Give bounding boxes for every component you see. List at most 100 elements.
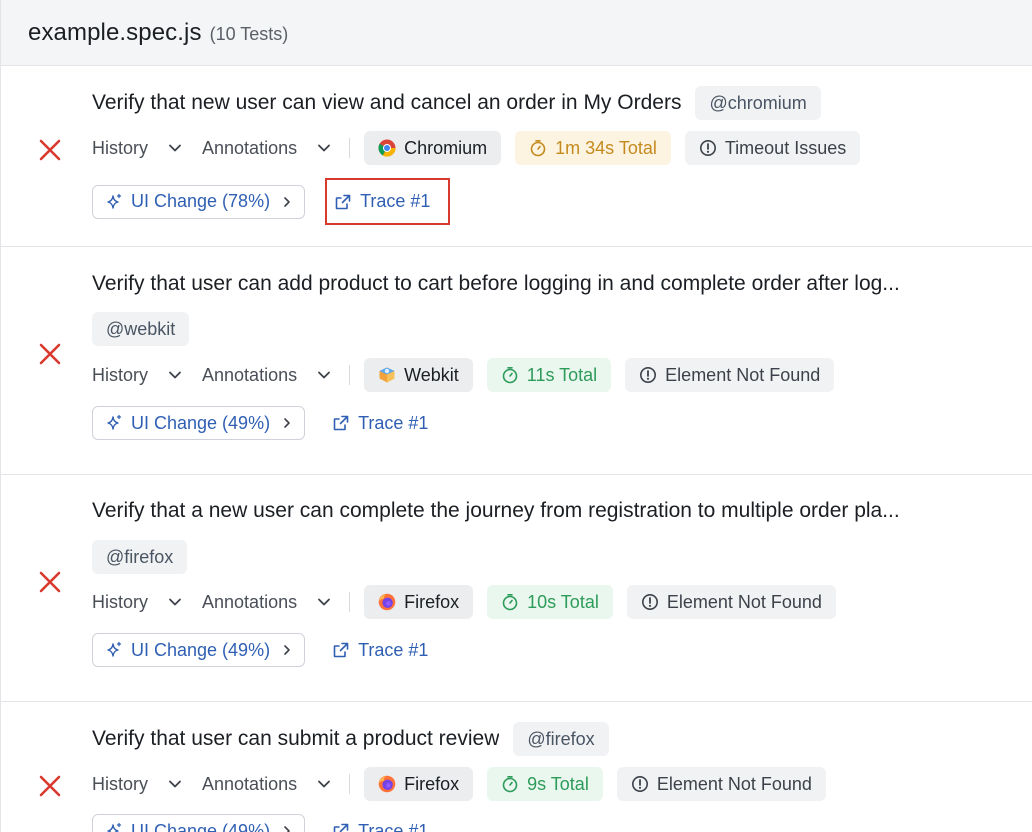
annotations-toggle[interactable]: Annotations (202, 365, 331, 386)
duration-chip: 11s Total (486, 358, 612, 392)
browser-chip: Firefox (364, 585, 474, 619)
alert-circle-icon (640, 367, 657, 383)
chevron-down-icon (169, 598, 181, 606)
browser-tag: @webkit (92, 312, 190, 346)
alert-circle-icon (699, 140, 716, 156)
ui-change-button[interactable]: UI Change (78%) (92, 184, 306, 219)
history-label: History (92, 773, 149, 794)
issue-chip: Element Not Found (625, 358, 835, 392)
sparkle-icon (107, 414, 122, 430)
chevron-down-icon (318, 780, 330, 788)
history-toggle[interactable]: History (92, 365, 182, 386)
history-toggle[interactable]: History (92, 592, 182, 613)
history-toggle[interactable]: History (92, 138, 182, 159)
alert-circle-icon (641, 594, 658, 610)
trace-link[interactable]: Trace #1 (326, 406, 434, 440)
external-link-icon (333, 823, 349, 832)
spec-file-header[interactable]: example.spec.js (10 Tests) (1, 0, 1032, 66)
browser-name: Webkit (404, 364, 459, 385)
external-link-icon (333, 415, 349, 431)
issue-label: Timeout Issues (724, 137, 847, 158)
trace-link[interactable]: Trace #1 (325, 178, 451, 225)
annotations-label: Annotations (202, 137, 298, 158)
chevron-down-icon (169, 144, 181, 152)
test-title[interactable]: Verify that new user can view and cancel… (92, 91, 681, 115)
browser-tag: @firefox (92, 540, 188, 574)
failed-x-icon (37, 569, 63, 595)
test-item[interactable]: Verify that user can add product to cart… (1, 247, 1032, 475)
chevron-right-icon (284, 826, 290, 832)
external-link-icon (333, 642, 349, 658)
stopwatch-icon (502, 594, 518, 611)
external-link-icon (335, 194, 351, 209)
annotations-label: Annotations (202, 364, 298, 385)
sparkle-icon (107, 822, 122, 832)
annotations-label: Annotations (202, 591, 298, 612)
trace-link[interactable]: Trace #1 (326, 633, 434, 667)
chevron-right-icon (284, 645, 290, 655)
failed-x-icon (37, 341, 63, 367)
duration-label: 10s Total (527, 591, 599, 612)
chevron-down-icon (318, 598, 330, 606)
browser-tag: @chromium (695, 86, 821, 120)
browser-name: Chromium (404, 137, 488, 158)
ui-change-button[interactable]: UI Change (49%) (92, 633, 306, 667)
history-label: History (92, 137, 149, 158)
divider (349, 774, 351, 794)
history-toggle[interactable]: History (92, 774, 182, 795)
duration-chip: 9s Total (487, 767, 603, 801)
chevron-right-icon (284, 418, 290, 428)
chevron-right-icon (284, 196, 290, 207)
test-title[interactable]: Verify that a new user can complete the … (92, 499, 900, 523)
chevron-down-icon (169, 371, 181, 379)
issue-label: Element Not Found (666, 591, 822, 612)
firefox-icon (378, 775, 396, 793)
chevron-down-icon (318, 371, 330, 379)
browser-chip: Webkit (364, 358, 473, 392)
ui-change-label: UI Change (49%) (131, 639, 271, 660)
trace-label: Trace #1 (358, 412, 429, 433)
test-item[interactable]: Verify that new user can view and cancel… (1, 66, 1032, 247)
issue-chip: Element Not Found (626, 585, 836, 619)
trace-label: Trace #1 (358, 820, 429, 832)
test-title[interactable]: Verify that user can submit a product re… (92, 727, 499, 751)
ui-change-label: UI Change (49%) (131, 820, 271, 832)
issue-label: Element Not Found (656, 773, 812, 794)
ui-change-label: UI Change (78%) (131, 191, 271, 211)
chromium-icon (378, 139, 396, 157)
history-label: History (92, 364, 149, 385)
spec-file-name: example.spec.js (28, 18, 202, 46)
issue-chip: Element Not Found (616, 767, 826, 801)
test-item[interactable]: Verify that a new user can complete the … (1, 475, 1032, 702)
test-title[interactable]: Verify that user can add product to cart… (92, 272, 900, 296)
browser-name: Firefox (404, 773, 460, 794)
issue-chip: Timeout Issues (684, 131, 861, 165)
divider (349, 138, 351, 158)
divider (349, 592, 351, 612)
duration-label: 1m 34s Total (555, 137, 657, 158)
duration-chip: 1m 34s Total (515, 131, 671, 165)
browser-tag: @firefox (513, 722, 609, 756)
test-results-panel: example.spec.js (10 Tests) Verify that n… (0, 0, 1032, 832)
annotations-toggle[interactable]: Annotations (202, 138, 331, 159)
annotations-toggle[interactable]: Annotations (202, 774, 331, 795)
ui-change-label: UI Change (49%) (131, 412, 271, 433)
issue-label: Element Not Found (665, 364, 821, 385)
trace-label: Trace #1 (358, 639, 429, 660)
webkit-icon (379, 367, 395, 383)
duration-chip: 10s Total (487, 585, 613, 619)
ui-change-button[interactable]: UI Change (49%) (92, 814, 306, 832)
test-item[interactable]: Verify that user can submit a product re… (1, 702, 1032, 832)
stopwatch-icon (502, 367, 518, 384)
annotations-toggle[interactable]: Annotations (202, 592, 331, 613)
chevron-down-icon (169, 780, 181, 788)
browser-chip: Chromium (364, 131, 502, 165)
divider (349, 365, 351, 385)
test-count: (10 Tests) (209, 23, 289, 44)
trace-label: Trace #1 (360, 191, 431, 211)
trace-link[interactable]: Trace #1 (326, 814, 434, 832)
annotations-label: Annotations (202, 773, 298, 794)
chevron-down-icon (318, 144, 330, 152)
ui-change-button[interactable]: UI Change (49%) (92, 406, 306, 440)
sparkle-icon (107, 193, 122, 209)
